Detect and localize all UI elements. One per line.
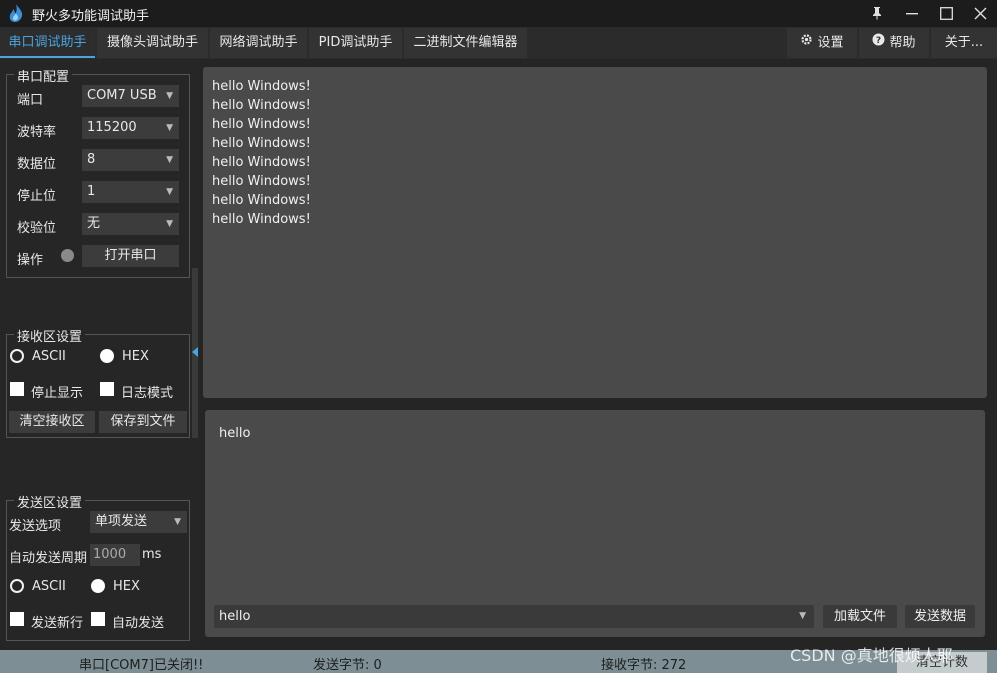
load-file-button[interactable]: 加载文件 [823, 605, 897, 628]
tab-network-assistant[interactable]: 网络调试助手 [210, 28, 307, 58]
title-bar: 野火多功能调试助手 [0, 0, 997, 27]
receive-ascii-label: ASCII [32, 349, 66, 364]
stopbits-value: 1 [87, 184, 96, 199]
flame-icon [9, 4, 23, 22]
send-option-label: 发送选项 [9, 519, 62, 534]
parity-select[interactable]: 无 ▼ [82, 213, 179, 235]
send-history-combo[interactable]: hello ▼ [214, 605, 814, 628]
help-tab[interactable]: ? 帮助 [859, 28, 929, 58]
clear-receive-button[interactable]: 清空接收区 [9, 411, 95, 433]
baud-select[interactable]: 115200 ▼ [82, 117, 179, 139]
settings-tab[interactable]: 设置 [787, 28, 857, 58]
window-title: 野火多功能调试助手 [32, 9, 150, 24]
send-hex-label: HEX [113, 579, 140, 594]
send-newline-checkbox[interactable] [10, 612, 24, 626]
collapse-arrow-icon[interactable] [192, 347, 198, 357]
chevron-down-icon: ▼ [799, 611, 806, 621]
question-circle-icon: ? [872, 28, 885, 58]
stopbits-label: 停止位 [17, 189, 57, 204]
baud-label: 波特率 [17, 125, 57, 140]
receive-settings-title: 接收区设置 [14, 326, 86, 345]
databits-value: 8 [87, 152, 96, 167]
about-tab[interactable]: 关于... [931, 28, 997, 58]
period-unit-label: ms [142, 547, 162, 562]
port-label: 端口 [17, 93, 44, 108]
baud-value: 115200 [87, 120, 137, 135]
auto-send-checkbox[interactable] [91, 612, 105, 626]
tab-pid-assistant[interactable]: PID调试助手 [309, 28, 402, 58]
close-icon[interactable] [963, 0, 997, 27]
receive-line: hello Windows! [212, 193, 311, 208]
chevron-down-icon: ▼ [166, 187, 173, 197]
pin-icon[interactable] [860, 0, 894, 27]
chevron-down-icon: ▼ [166, 155, 173, 165]
receive-line: hello Windows! [212, 174, 311, 189]
receive-ascii-radio[interactable] [10, 349, 24, 363]
save-to-file-button[interactable]: 保存到文件 [99, 411, 187, 433]
send-option-select[interactable]: 单项发送 ▼ [90, 511, 187, 533]
svg-text:?: ? [876, 36, 881, 46]
send-newline-label: 发送新行 [31, 616, 84, 631]
receive-line: hello Windows! [212, 155, 311, 170]
receive-hex-label: HEX [122, 349, 149, 364]
send-panel: hello hello ▼ 加载文件 发送数据 [205, 410, 985, 637]
send-settings-title: 发送区设置 [14, 492, 86, 511]
receive-hex-radio[interactable] [100, 349, 114, 363]
watermark: CSDN @真地很烦人耶 [790, 646, 953, 665]
receive-area[interactable]: hello Windows! hello Windows! hello Wind… [203, 67, 987, 398]
recv-bytes-text: 接收字节: 272 [601, 658, 687, 673]
auto-period-input[interactable]: 1000 [90, 544, 140, 566]
databits-label: 数据位 [17, 157, 57, 172]
tab-bar: 串口调试助手 摄像头调试助手 网络调试助手 PID调试助手 二进制文件编辑器 设… [0, 27, 997, 59]
send-ascii-radio[interactable] [10, 579, 24, 593]
stopbits-select[interactable]: 1 ▼ [82, 181, 179, 203]
sidebar: 串口配置 端口 COM7 USB ▼ 波特率 115200 ▼ 数据位 8 ▼ 停止位… [0, 59, 200, 647]
parity-value: 无 [87, 216, 101, 231]
open-port-button[interactable]: 打开串口 [82, 245, 179, 267]
port-status-text: 串口[COM7]已关闭!! [79, 658, 204, 673]
databits-select[interactable]: 8 ▼ [82, 149, 179, 171]
log-mode-checkbox[interactable] [100, 382, 114, 396]
parity-label: 校验位 [17, 221, 57, 236]
chevron-down-icon: ▼ [166, 219, 173, 229]
send-ascii-label: ASCII [32, 579, 66, 594]
chevron-down-icon: ▼ [166, 123, 173, 133]
tab-camera-assistant[interactable]: 摄像头调试助手 [97, 28, 208, 58]
port-value: COM7 USB [87, 88, 157, 103]
receive-line: hello Windows! [212, 212, 311, 227]
minimize-icon[interactable] [895, 0, 929, 27]
stop-display-label: 停止显示 [31, 386, 84, 401]
sent-bytes-text: 发送字节: 0 [313, 658, 382, 673]
port-status-led [61, 249, 74, 262]
port-select[interactable]: COM7 USB ▼ [82, 85, 179, 107]
send-data-button[interactable]: 发送数据 [905, 605, 975, 628]
send-option-value: 单项发送 [95, 514, 148, 529]
receive-line: hello Windows! [212, 136, 311, 151]
chevron-down-icon: ▼ [174, 517, 181, 527]
send-history-value: hello [219, 609, 251, 624]
receive-line: hello Windows! [212, 117, 311, 132]
maximize-icon[interactable] [929, 0, 963, 27]
help-label: 帮助 [889, 35, 916, 51]
receive-line: hello Windows! [212, 98, 311, 113]
log-mode-label: 日志模式 [121, 386, 174, 401]
gear-icon [800, 28, 813, 58]
send-hex-radio[interactable] [91, 579, 105, 593]
auto-period-label: 自动发送周期 [9, 551, 88, 566]
receive-line: hello Windows! [212, 79, 311, 94]
tab-serial-assistant[interactable]: 串口调试助手 [0, 28, 95, 58]
stop-display-checkbox[interactable] [10, 382, 24, 396]
operation-label: 操作 [17, 253, 44, 268]
serial-config-title: 串口配置 [14, 66, 73, 85]
tab-binary-editor[interactable]: 二进制文件编辑器 [404, 28, 527, 58]
chevron-down-icon: ▼ [166, 91, 173, 101]
settings-label: 设置 [817, 35, 844, 51]
auto-send-label: 自动发送 [112, 616, 165, 631]
send-textarea[interactable]: hello [219, 426, 250, 441]
